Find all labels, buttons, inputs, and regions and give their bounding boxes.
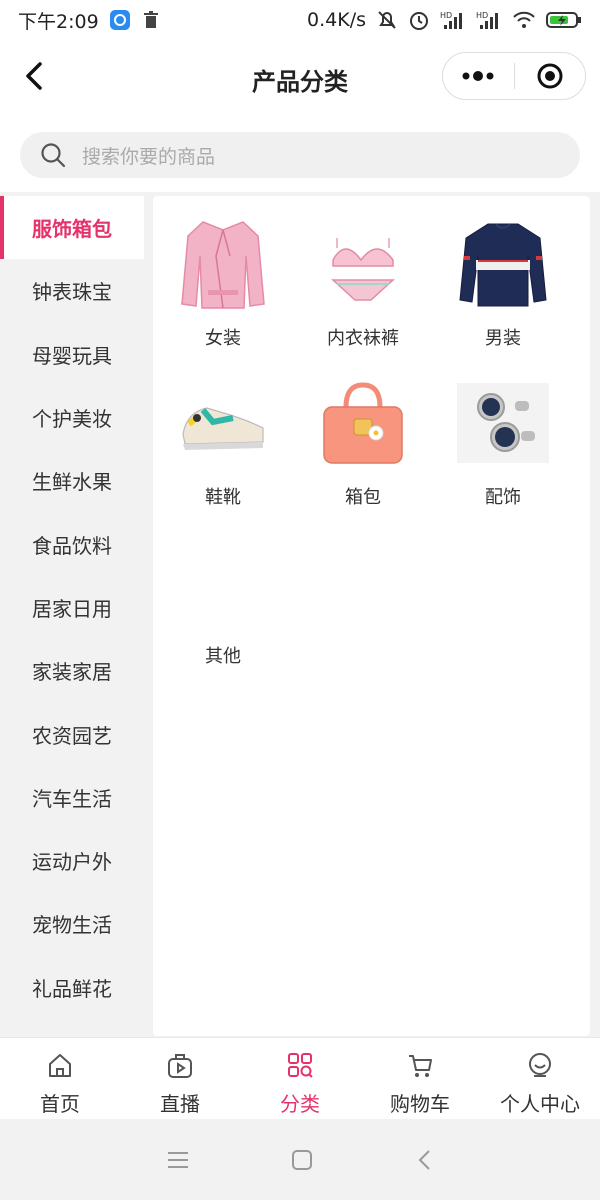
- cart-icon: [409, 1055, 432, 1077]
- tab-label: 购物车: [390, 1092, 450, 1116]
- sidebar-item-beauty[interactable]: 个护美妆: [0, 386, 144, 449]
- sidebar-item-household[interactable]: 居家日用: [0, 576, 144, 639]
- target-close-icon: [537, 63, 563, 89]
- status-bar: 下午2:09 0.4K/s HD HD: [0, 0, 600, 40]
- svg-text:HD: HD: [476, 11, 488, 20]
- cufflinks-image: [453, 375, 553, 471]
- category-label: 鞋靴: [205, 487, 241, 508]
- sidebar-item-automotive[interactable]: 汽车生活: [0, 766, 144, 829]
- status-time: 下午2:09: [18, 10, 99, 33]
- back-icon[interactable]: [414, 1148, 434, 1172]
- svg-text:HD: HD: [440, 11, 452, 20]
- trash-icon: [141, 10, 161, 30]
- search-icon: [41, 143, 66, 168]
- profile-icon: [529, 1053, 551, 1077]
- system-nav-bar: [0, 1120, 600, 1200]
- empty-image-placeholder: [173, 534, 273, 630]
- sweater-image: [453, 216, 553, 312]
- sidebar-item-fresh-fruit[interactable]: 生鲜水果: [0, 449, 144, 512]
- pink-jacket-image: [173, 216, 273, 312]
- handbag-image: [313, 375, 413, 471]
- more-dots-icon: [462, 71, 494, 81]
- sneaker-image: [173, 375, 273, 471]
- sidebar-item-gardening[interactable]: 农资园艺: [0, 702, 144, 765]
- tab-label: 直播: [160, 1092, 200, 1116]
- category-cell-other[interactable]: 其他: [153, 518, 293, 668]
- sidebar-item-home-furnishing[interactable]: 家装家居: [0, 639, 144, 702]
- sidebar-item-baby-toys[interactable]: 母婴玩具: [0, 323, 144, 386]
- mute-icon: [376, 9, 398, 31]
- category-label: 女装: [205, 328, 241, 349]
- live-icon: [168, 1054, 192, 1078]
- app-notification-icon: [109, 9, 131, 31]
- close-miniprogram-button[interactable]: [515, 53, 586, 99]
- category-label: 其他: [205, 646, 241, 667]
- category-cell-shoes[interactable]: 鞋靴: [153, 359, 293, 509]
- menu-icon[interactable]: [166, 1150, 190, 1170]
- tab-profile[interactable]: 个人中心: [480, 1038, 600, 1119]
- sidebar-item-outdoor-sports[interactable]: 运动户外: [0, 829, 144, 892]
- home-icon: [49, 1054, 71, 1077]
- alarm-icon: [408, 9, 430, 31]
- category-label: 配饰: [485, 487, 521, 508]
- category-cell-womens[interactable]: 女装: [153, 200, 293, 350]
- sidebar-item-watches-jewelry[interactable]: 钟表珠宝: [0, 259, 144, 322]
- tab-live[interactable]: 直播: [120, 1038, 240, 1119]
- tab-label: 首页: [40, 1092, 80, 1116]
- sidebar-item-gifts-flowers[interactable]: 礼品鲜花: [0, 956, 144, 1019]
- sidebar-item-pets[interactable]: 宠物生活: [0, 892, 144, 955]
- category-label: 男装: [485, 328, 521, 349]
- tab-label: 个人中心: [500, 1092, 580, 1116]
- signal-icon-1: HD: [440, 9, 466, 31]
- network-speed: 0.4K/s: [307, 9, 366, 31]
- more-button[interactable]: [443, 53, 514, 99]
- category-sidebar: 服饰箱包 钟表珠宝 母婴玩具 个护美妆 生鲜水果 食品饮料 居家日用 家装家居 …: [0, 196, 144, 1036]
- subcategory-panel: 女装 内衣袜裤 男装 鞋靴 箱包 配饰 其他: [153, 196, 590, 1036]
- category-cell-mens[interactable]: 男装: [433, 200, 573, 350]
- tab-cart[interactable]: 购物车: [360, 1038, 480, 1119]
- mini-program-capsule: [442, 52, 586, 100]
- category-cell-bags[interactable]: 箱包: [293, 359, 433, 509]
- category-label: 内衣袜裤: [327, 328, 399, 349]
- home-square-icon[interactable]: [290, 1148, 314, 1172]
- battery-icon: [546, 10, 582, 30]
- sidebar-item-apparel-bags[interactable]: 服饰箱包: [0, 196, 144, 260]
- tab-category[interactable]: 分类: [240, 1038, 360, 1119]
- nav-bar: 产品分类: [0, 40, 600, 116]
- category-cell-underwear[interactable]: 内衣袜裤: [293, 200, 433, 350]
- search-placeholder: 搜索你要的商品: [82, 145, 216, 168]
- category-label: 箱包: [345, 487, 381, 508]
- category-cell-accessories[interactable]: 配饰: [433, 359, 573, 509]
- bottom-tab-bar: 首页 直播 分类 购物车 个人中心: [0, 1037, 600, 1119]
- tab-home[interactable]: 首页: [0, 1038, 120, 1119]
- sidebar-item-food-drinks[interactable]: 食品饮料: [0, 512, 144, 575]
- search-area: 搜索你要的商品: [0, 116, 600, 192]
- wifi-icon: [512, 10, 536, 30]
- signal-icon-2: HD: [476, 9, 502, 31]
- search-input[interactable]: 搜索你要的商品: [20, 132, 580, 178]
- lingerie-image: [313, 216, 413, 312]
- tab-label: 分类: [280, 1092, 320, 1116]
- category-icon: [288, 1053, 313, 1078]
